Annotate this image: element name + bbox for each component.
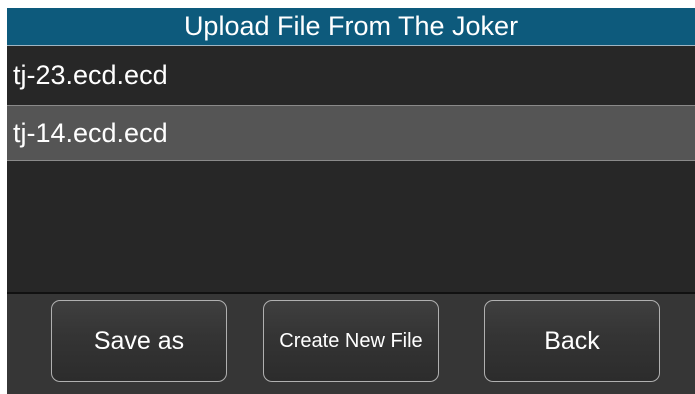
file-list-item[interactable]: tj-23.ecd.ecd [7, 46, 695, 104]
upload-file-dialog: Upload File From The Joker tj-23.ecd.ecd… [7, 8, 695, 394]
dialog-title: Upload File From The Joker [7, 8, 695, 46]
button-bar: Save as Create New File Back [7, 294, 695, 394]
save-as-button[interactable]: Save as [51, 300, 227, 382]
file-list-item-selected[interactable]: tj-14.ecd.ecd [7, 105, 695, 161]
file-list[interactable]: tj-23.ecd.ecd tj-14.ecd.ecd [7, 46, 695, 292]
create-new-file-button[interactable]: Create New File [263, 300, 439, 382]
back-button[interactable]: Back [484, 300, 660, 382]
